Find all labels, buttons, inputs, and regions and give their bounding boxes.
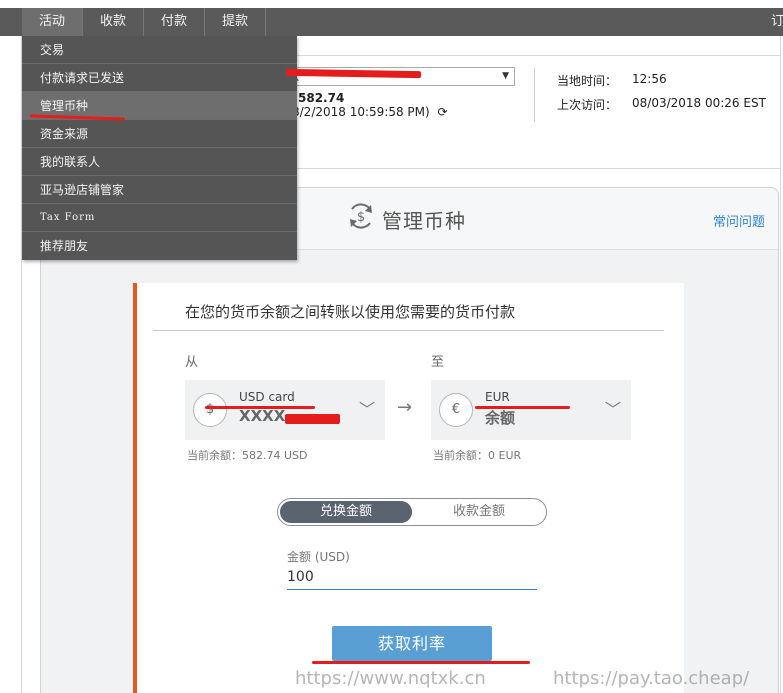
info-divider [534,68,535,122]
from-currency-select[interactable]: $ USD card XXXX- ﹀ [185,380,385,440]
to-available-balance: 当前余额：0 EUR [433,449,522,462]
nav-separator [265,8,266,36]
menu-item-amazon-store-manager[interactable]: 亚马逊店铺管家 [22,176,297,204]
dollar-icon: $ [193,393,227,427]
arrow-right-icon: → [397,397,413,418]
watermark-text: https://pay.tao.cheap/ [553,668,750,689]
chevron-down-icon: ﹀ [604,400,621,419]
transfer-card: 在您的货币余额之间转账以使用您需要的货币付款 从 至 $ USD card XX… [133,283,684,693]
amount-input[interactable] [287,564,537,590]
from-currency-name: USD card [239,390,295,404]
last-visit-label: 上次访问： [557,98,618,112]
account-balance: 582.74 [298,91,345,105]
to-currency-name: EUR [485,390,510,404]
nav-item-activity[interactable]: 活动 [22,8,82,36]
watermark-text: https://www.nqtxk.cn [295,668,486,689]
page-title: 管理币种 [382,209,466,233]
caret-down-icon: ▼ [502,71,509,81]
get-rate-button[interactable]: 获取利率 [332,626,492,661]
menu-item-my-contacts[interactable]: 我的联系人 [22,148,297,176]
card-divider [153,330,664,331]
amount-label: 金额 (USD) [287,550,350,564]
to-currency-account: 余额 [485,409,516,427]
svg-text:$: $ [357,210,365,225]
menu-item-refer-friend[interactable]: 推荐朋友 [22,232,297,260]
activity-dropdown-menu: 交易 付款请求已发送 管理币种 资金来源 我的联系人 亚马逊店铺管家 Tax F… [22,36,297,260]
nav-item-pay[interactable]: 付款 [144,8,204,36]
euro-icon: € [439,393,473,427]
amount-type-toggle: 兑换金额 收款金额 [277,498,547,526]
nav-item-cutoff[interactable]: 订 [771,8,783,36]
nav-item-receive[interactable]: 收款 [83,8,143,36]
annotation-underline [205,406,315,409]
from-available-balance: 当前余额：582.74 USD [187,449,308,462]
from-label: 从 [185,355,199,370]
faq-link[interactable]: 常问问题 [713,211,765,230]
balance-timestamp: 8/2/2018 10:59:58 PM) ⟳ [292,105,448,119]
menu-item-payment-requests-sent[interactable]: 付款请求已发送 [22,64,297,92]
from-currency-account: XXXX- [239,407,291,425]
chevron-down-icon: ﹀ [358,400,375,419]
page-border-right [780,36,781,693]
top-nav-bar: 活动 收款 付款 提款 订 [0,8,783,36]
currency-exchange-icon: $ [350,203,372,229]
card-title: 在您的货币余额之间转账以使用您需要的货币付款 [185,303,516,321]
menu-item-transactions[interactable]: 交易 [22,36,297,64]
local-time-value: 12:56 [632,72,667,86]
nav-item-withdraw[interactable]: 提款 [205,8,265,36]
local-time-label: 当地时间： [557,74,618,88]
redaction-mark [285,414,340,424]
to-label: 至 [431,355,445,370]
refresh-icon[interactable]: ⟳ [438,105,448,119]
toggle-receive-amount[interactable]: 收款金额 [414,501,544,523]
to-currency-select[interactable]: € EUR 余额 ﹀ [431,380,631,440]
annotation-underline [475,406,570,409]
menu-item-tax-form[interactable]: Tax Form [22,204,297,232]
menu-item-funding-sources[interactable]: 资金来源 [22,120,297,148]
annotation-underline [312,661,530,664]
last-visit-value: 08/03/2018 00:26 EST [632,96,766,110]
toggle-convert-amount[interactable]: 兑换金额 [280,501,412,523]
balance-timestamp-text: 8/2/2018 10:59:58 PM) [292,105,430,119]
